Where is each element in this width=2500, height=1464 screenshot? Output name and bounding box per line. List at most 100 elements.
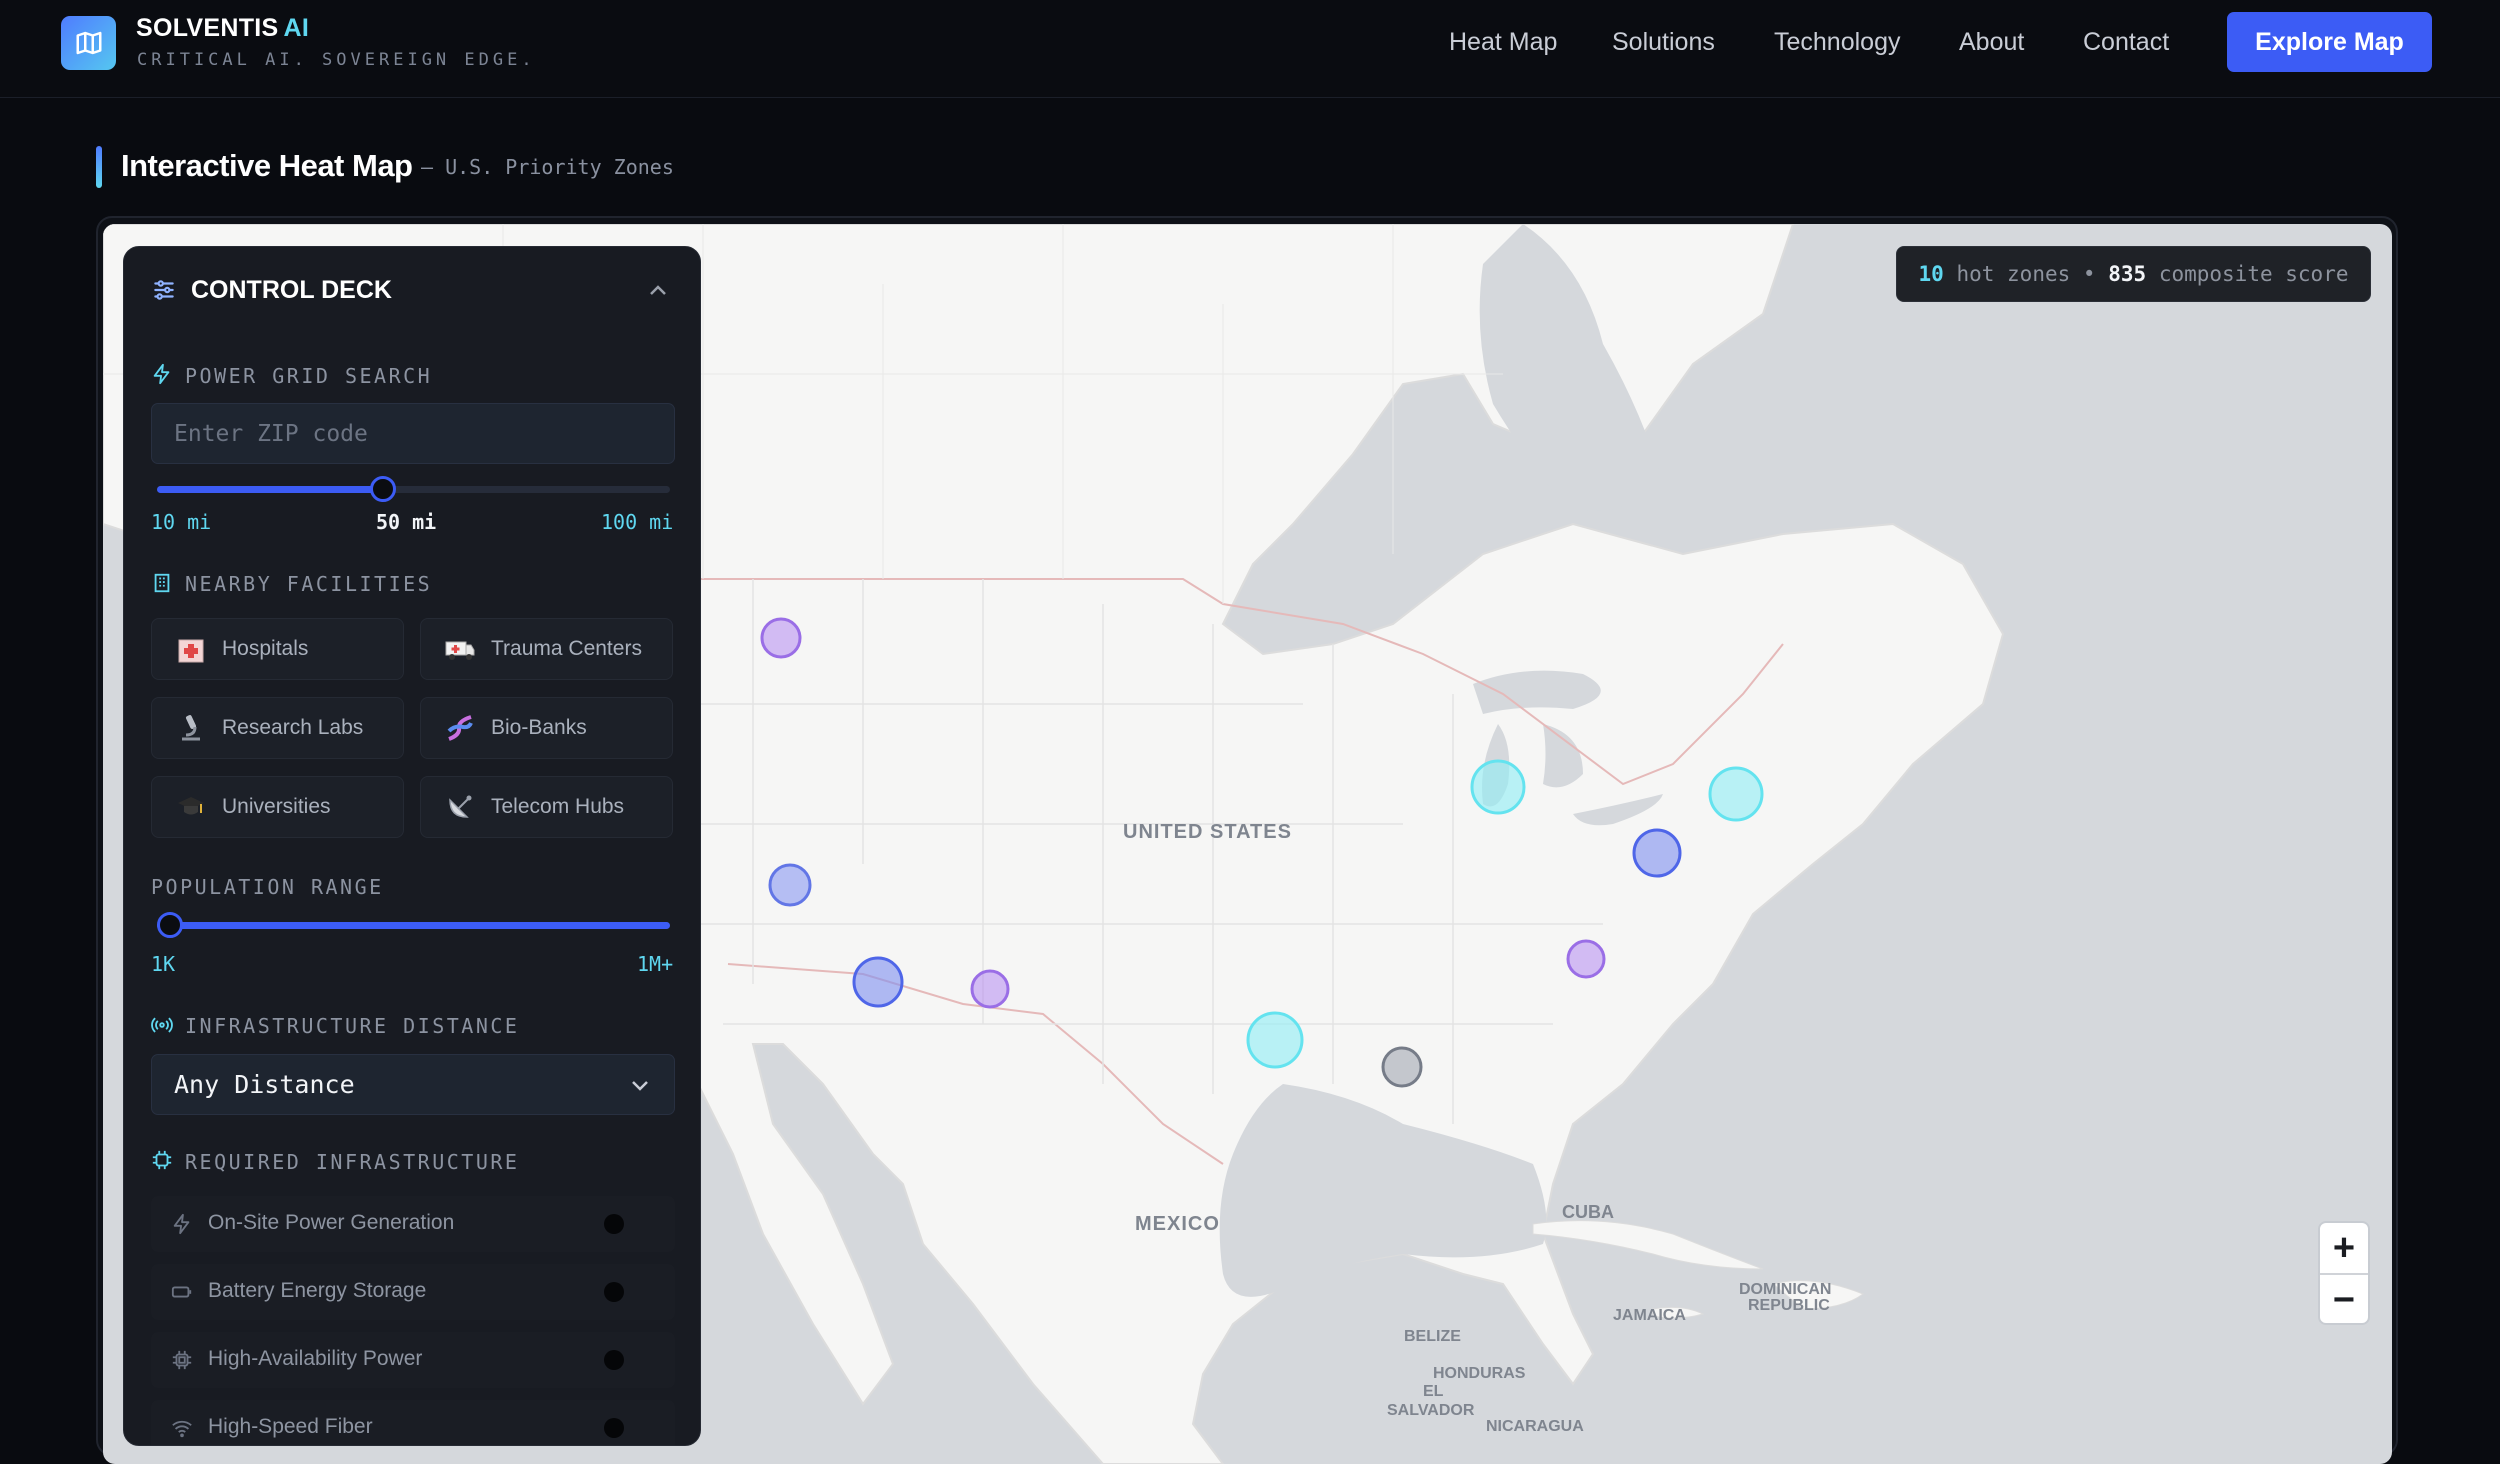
facility-telecom-hubs[interactable]: Telecom Hubs	[420, 776, 673, 838]
radius-slider-fill	[157, 486, 383, 493]
label-mexico: MEXICO	[1135, 1213, 1220, 1235]
composite-score: 835	[2108, 262, 2147, 286]
infra-toggle[interactable]	[604, 1350, 624, 1370]
population-max: 1M+	[637, 952, 674, 976]
distance-select[interactable]: Any Distance	[151, 1054, 675, 1115]
facility-universities[interactable]: Universities	[151, 776, 404, 838]
label-dominican: DOMINICAN	[1739, 1281, 1831, 1298]
infra-battery-storage[interactable]: Battery Energy Storage	[151, 1264, 675, 1320]
map-logo-icon[interactable]	[61, 16, 116, 70]
hot-zone-marker[interactable]	[1632, 828, 1682, 878]
bolt-icon	[153, 363, 170, 385]
radius-slider[interactable]	[157, 476, 670, 502]
wifi-icon	[172, 1420, 192, 1438]
chip-icon	[172, 1350, 192, 1370]
nearby-facilities-label: NEARBY FACILITIES	[185, 572, 433, 596]
facility-label: Trauma Centers	[491, 637, 642, 660]
distance-select-value: Any Distance	[174, 1070, 355, 1099]
infra-high-speed-fiber[interactable]: High-Speed Fiber	[151, 1400, 675, 1445]
facility-label: Hospitals	[222, 637, 309, 660]
infra-label: High-Availability Power	[208, 1347, 423, 1370]
label-jamaica: JAMAICA	[1613, 1307, 1686, 1324]
radius-max: 100 mi	[601, 510, 674, 534]
signal-icon	[151, 1017, 173, 1033]
hot-zone-count: 10	[1918, 262, 1944, 286]
facility-label: Universities	[222, 795, 331, 818]
hot-zone-marker[interactable]	[1566, 939, 1606, 979]
radius-value: 50 mi	[376, 510, 437, 534]
nav-solutions[interactable]: Solutions	[1612, 28, 1715, 57]
label-belize: BELIZE	[1404, 1328, 1461, 1345]
infra-toggle[interactable]	[604, 1418, 624, 1438]
facility-label: Bio-Banks	[491, 716, 587, 739]
infra-label: High-Speed Fiber	[208, 1415, 373, 1438]
radius-slider-thumb[interactable]	[370, 476, 396, 502]
infra-on-site-power[interactable]: On-Site Power Generation	[151, 1196, 675, 1252]
label-republic: REPUBLIC	[1748, 1297, 1830, 1314]
page-subtitle: — U.S. Priority Zones	[421, 155, 674, 179]
label-cuba: CUBA	[1562, 1202, 1614, 1222]
facility-label: Telecom Hubs	[491, 795, 625, 818]
stats-separator: •	[2082, 262, 2096, 286]
label-nicaragua: NICARAGUA	[1486, 1418, 1584, 1435]
hot-zone-marker[interactable]	[1470, 759, 1526, 815]
population-slider[interactable]	[157, 912, 670, 938]
population-slider-thumb[interactable]	[157, 912, 183, 938]
facility-label: Research Labs	[222, 716, 364, 739]
dna-icon	[443, 711, 477, 745]
control-deck-title: CONTROL DECK	[191, 276, 392, 304]
heading-accent-bar	[96, 146, 102, 188]
zoom-out-button[interactable]: −	[2320, 1275, 2368, 1325]
power-grid-label: POWER GRID SEARCH	[185, 364, 433, 388]
chevron-up-icon[interactable]	[648, 283, 668, 297]
graduation-cap-icon	[174, 790, 208, 824]
facility-trauma-centers[interactable]: Trauma Centers	[420, 618, 673, 680]
infra-label: Battery Energy Storage	[208, 1279, 427, 1302]
infra-toggle[interactable]	[604, 1214, 624, 1234]
brand-tagline: CRITICAL AI. SOVEREIGN EDGE.	[137, 50, 536, 70]
ambulance-icon	[443, 632, 477, 666]
population-min: 1K	[151, 952, 176, 976]
hot-zone-marker[interactable]	[760, 617, 802, 659]
radius-min: 10 mi	[151, 510, 212, 534]
hot-zone-marker[interactable]	[768, 863, 812, 907]
infra-high-availability-power[interactable]: High-Availability Power	[151, 1332, 675, 1388]
building-icon	[154, 573, 170, 593]
infra-toggle[interactable]	[604, 1282, 624, 1302]
hot-zone-stats: 10 hot zones • 835 composite score	[1896, 246, 2371, 302]
page-title: Interactive Heat Map	[121, 148, 413, 183]
bolt-icon	[173, 1213, 190, 1235]
control-deck: CONTROL DECK POWER GRID SEARCH 10 mi 50 …	[123, 246, 701, 1446]
hospital-icon	[174, 632, 208, 666]
sliders-icon	[154, 280, 174, 300]
nav-about[interactable]: About	[1959, 28, 2024, 57]
hot-zone-marker[interactable]	[1246, 1011, 1304, 1069]
brand-name[interactable]: SOLVENTIS AI	[136, 14, 309, 43]
nav-contact[interactable]: Contact	[2083, 28, 2169, 57]
cpu-icon	[152, 1150, 172, 1170]
explore-map-button[interactable]: Explore Map	[2227, 12, 2432, 72]
facility-hospitals[interactable]: Hospitals	[151, 618, 404, 680]
satellite-dish-icon	[443, 790, 477, 824]
nav-technology[interactable]: Technology	[1774, 28, 1900, 57]
population-slider-fill	[157, 922, 670, 929]
zoom-control: + −	[2318, 1221, 2370, 1325]
zip-code-input[interactable]	[151, 403, 675, 464]
required-infrastructure-label: REQUIRED INFRASTRUCTURE	[185, 1150, 520, 1174]
zoom-in-button[interactable]: +	[2320, 1223, 2368, 1273]
microscope-icon	[174, 711, 208, 745]
composite-score-label: composite score	[2158, 262, 2349, 286]
hot-zone-label: hot zones	[1956, 262, 2071, 286]
label-el: EL	[1423, 1383, 1444, 1400]
hot-zone-marker[interactable]	[970, 969, 1010, 1009]
facility-research-labs[interactable]: Research Labs	[151, 697, 404, 759]
battery-icon	[171, 1286, 192, 1298]
label-salvador: SALVADOR	[1387, 1402, 1475, 1419]
facility-bio-banks[interactable]: Bio-Banks	[420, 697, 673, 759]
nav-heat-map[interactable]: Heat Map	[1449, 28, 1557, 57]
infrastructure-distance-label: INFRASTRUCTURE DISTANCE	[185, 1014, 520, 1038]
hot-zone-marker[interactable]	[1381, 1046, 1423, 1088]
hot-zone-marker[interactable]	[852, 956, 904, 1008]
hot-zone-marker[interactable]	[1708, 766, 1764, 822]
cuba	[1532, 1220, 1764, 1270]
